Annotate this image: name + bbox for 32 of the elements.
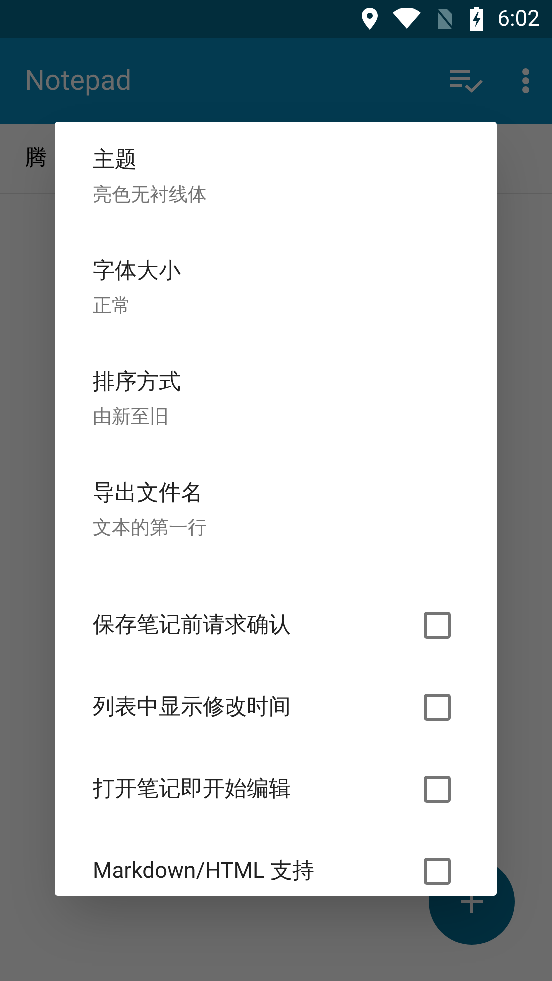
- setting-summary: 正常: [93, 293, 132, 319]
- setting-title: 导出文件名: [93, 480, 204, 508]
- checkbox[interactable]: [424, 694, 451, 720]
- app-title: Notepad: [25, 63, 133, 99]
- status-time: 6:02: [498, 6, 540, 34]
- more-options-icon[interactable]: [522, 68, 530, 94]
- setting-toggle[interactable]: Markdown/HTML 支持: [55, 830, 497, 912]
- checklist-icon: [450, 69, 484, 93]
- checkbox[interactable]: [424, 858, 451, 884]
- setting-summary: 由新至旧: [93, 404, 170, 430]
- setting-option[interactable]: 字体大小 正常: [55, 251, 497, 362]
- setting-toggle[interactable]: 打开笔记即开始编辑: [55, 748, 497, 830]
- setting-title: 排序方式: [93, 369, 182, 397]
- setting-toggle[interactable]: 列表中显示修改时间: [55, 666, 497, 748]
- note-title[interactable]: 腾: [25, 142, 47, 175]
- setting-title: 主题: [93, 147, 138, 175]
- setting-summary: 亮色无衬线体: [93, 182, 208, 208]
- battery-charging-icon: [468, 7, 484, 31]
- setting-title: Markdown/HTML 支持: [93, 858, 316, 886]
- setting-option[interactable]: 排序方式 由新至旧: [55, 362, 497, 473]
- checkbox[interactable]: [424, 776, 451, 802]
- setting-title: 打开笔记即开始编辑: [93, 776, 292, 804]
- location-icon: [360, 7, 379, 31]
- checkbox[interactable]: [424, 612, 451, 638]
- setting-title: 列表中显示修改时间: [93, 694, 292, 722]
- setting-option[interactable]: 导出文件名 文本的第一行: [55, 473, 497, 584]
- setting-option[interactable]: 主题 亮色无衬线体: [55, 140, 497, 251]
- setting-title: 字体大小: [93, 258, 182, 286]
- wifi-icon: [392, 8, 421, 30]
- setting-summary: 文本的第一行: [93, 515, 208, 541]
- setting-title: 保存笔记前请求确认: [93, 612, 292, 640]
- setting-toggle[interactable]: 保存笔记前请求确认: [55, 584, 497, 666]
